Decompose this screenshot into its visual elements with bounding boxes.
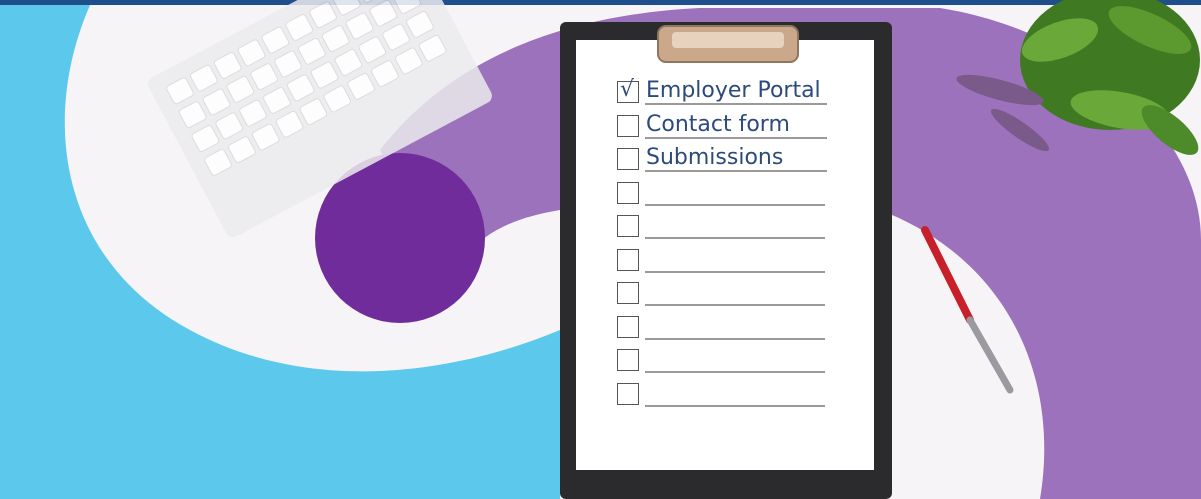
check-mark-icon: √: [620, 77, 635, 102]
checkbox-2[interactable]: [617, 115, 639, 137]
checklist-line: [645, 103, 827, 105]
checklist-line: [645, 304, 825, 306]
checklist-line: [645, 405, 825, 407]
checkbox-10[interactable]: [617, 383, 639, 405]
checkbox-3[interactable]: [617, 148, 639, 170]
banner-image: √ Employer Portal Contact form Submissions: [0, 0, 1201, 499]
checkbox-4[interactable]: [617, 182, 639, 204]
checkbox-8[interactable]: [617, 316, 639, 338]
checklist-line: [645, 237, 825, 239]
checklist-line: [645, 204, 825, 206]
checklist-line: [645, 338, 825, 340]
checkbox-5[interactable]: [617, 215, 639, 237]
background-art: [0, 0, 1201, 499]
checklist-line: [645, 137, 827, 139]
checklist-item-label: Employer Portal: [646, 78, 821, 103]
checkbox-7[interactable]: [617, 282, 639, 304]
checkbox-6[interactable]: [617, 249, 639, 271]
checklist-line: [645, 271, 825, 273]
checklist-line: [645, 170, 827, 172]
checkbox-9[interactable]: [617, 349, 639, 371]
checklist-item-label: Submissions: [646, 145, 784, 170]
checklist-line: [645, 371, 825, 373]
checklist-item-label: Contact form: [646, 112, 790, 137]
